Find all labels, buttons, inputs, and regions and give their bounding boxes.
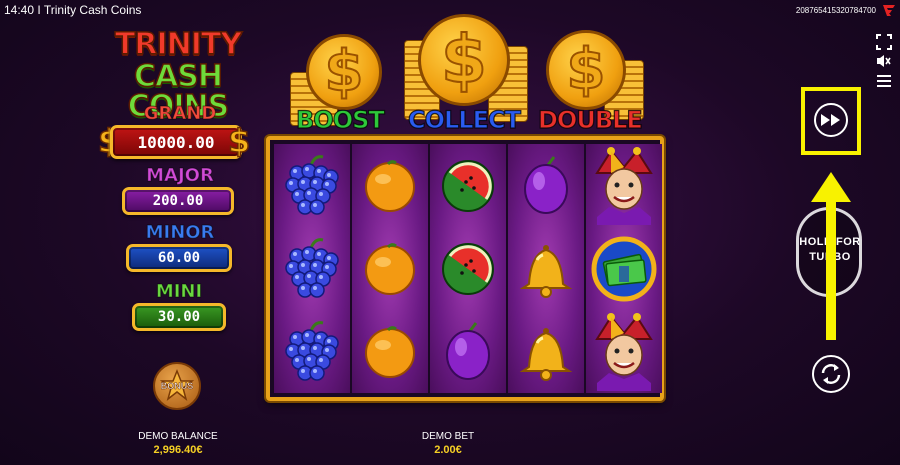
menu-icon[interactable] [876,74,892,88]
reel-column [274,144,350,393]
orange-symbol-icon [352,144,428,227]
clock: 14:40 [4,3,35,17]
turbo-button[interactable] [814,103,848,137]
double-coin-icon: $ [546,30,626,110]
mini-jackpot-label: MINI [155,281,203,303]
plum-symbol-icon [430,310,506,393]
orange-symbol-icon [352,310,428,393]
grand-jackpot-value: 10000.00 [110,125,242,159]
title-group: 14:40 I Trinity Cash Coins [4,3,141,17]
collect-coin-icon: $ [418,14,510,106]
grapes-symbol-icon [274,144,350,227]
bell-symbol-icon [508,310,584,393]
reel-column [352,144,428,393]
bet-label: DEMO BET [421,431,475,442]
reel-grid [266,136,664,401]
fullscreen-icon[interactable] [876,34,892,50]
mini-jackpot-value: 30.00 [132,303,226,331]
boost-feature-label: BOOST [295,105,385,134]
provider-logo-icon [883,5,895,16]
reel-column [508,144,584,393]
fast-forward-icon [821,114,840,126]
session-id: 208765415320784700 [795,5,876,15]
joker-symbol-icon [586,310,662,393]
joker-symbol-icon [586,144,662,227]
bonus-label: BONUS [160,381,194,392]
grapes-symbol-icon [274,310,350,393]
minor-jackpot-value: 60.00 [126,244,232,272]
major-jackpot-label: MAJOR [146,165,215,187]
minor-jackpot-label: MINOR [145,222,215,244]
bonus-buy-button[interactable]: BONUS [153,362,201,410]
sound-off-icon[interactable] [876,54,892,68]
bet-value[interactable]: 2.00€ [398,444,498,456]
grand-jackpot-label: GRAND [143,103,217,125]
title-separator: I [37,3,41,17]
watermelon-symbol-icon [430,144,506,227]
plum-symbol-icon [508,144,584,227]
watermelon-symbol-icon [430,227,506,310]
balance-value: 2,996.40€ [153,444,203,456]
dollar-right-icon: $ [227,121,251,161]
cash-coin-symbol-icon [586,227,662,310]
reel-column [586,144,662,393]
bell-symbol-icon [508,227,584,310]
collect-feature-label: COLLECT [407,105,521,134]
orange-symbol-icon [352,227,428,310]
major-jackpot-value: 200.00 [122,187,234,215]
pointer-arrow-shaft [826,193,836,340]
double-feature-label: DOUBLE [537,105,643,134]
game-title: Trinity Cash Coins [43,3,142,17]
autoplay-button[interactable] [812,355,850,393]
top-right: 208765415320784700 [796,3,896,17]
reel-column [430,144,506,393]
grapes-symbol-icon [274,227,350,310]
autoplay-icon [821,364,841,384]
logo-line-1: TRINITY [114,27,243,62]
boost-coin-icon: $ [306,34,382,110]
balance-label: DEMO BALANCE [138,431,218,442]
